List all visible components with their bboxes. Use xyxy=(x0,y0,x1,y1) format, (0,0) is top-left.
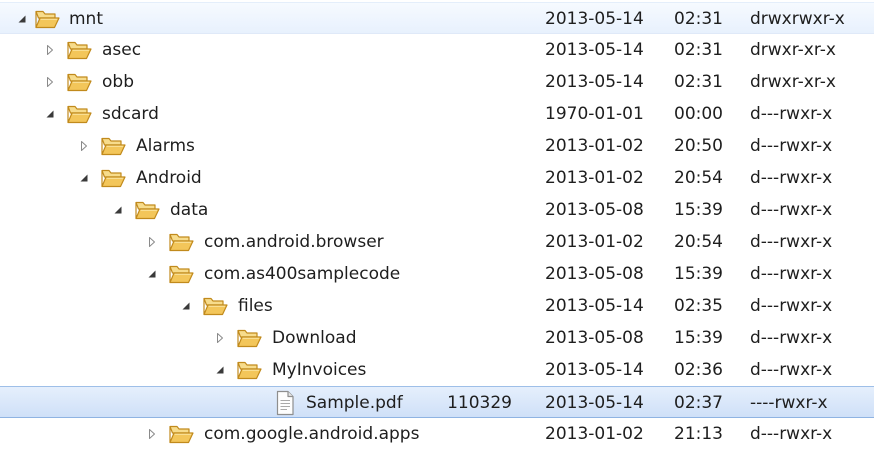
tree-item-label: asec xyxy=(102,40,142,60)
modified-date: 2013-05-08 xyxy=(545,200,644,220)
tree-item-label: com.google.android.apps xyxy=(204,424,420,444)
modified-time: 15:39 xyxy=(674,264,723,284)
modified-time: 02:36 xyxy=(674,360,723,380)
permissions: drwxrwxr-x xyxy=(750,9,845,29)
tree-row-mnt[interactable]: mnt 2013-05-14 02:31 drwxrwxr-x xyxy=(0,2,874,34)
file-explorer-tree: mnt 2013-05-14 02:31 drwxrwxr-x asec 201… xyxy=(0,0,874,454)
tree-item-label: com.android.browser xyxy=(204,232,384,252)
folder-icon xyxy=(236,359,262,381)
modified-date: 2013-05-08 xyxy=(545,328,644,348)
modified-time: 20:54 xyxy=(674,168,723,188)
folder-icon xyxy=(134,199,160,221)
modified-date: 2013-01-02 xyxy=(545,136,644,156)
modified-time: 02:35 xyxy=(674,296,723,316)
tree-item-label: files xyxy=(238,296,273,316)
tree-row-com-google-android-apps[interactable]: com.google.android.apps 2013-01-02 21:13… xyxy=(0,418,874,450)
modified-date: 2013-05-14 xyxy=(545,296,644,316)
tree-item-label: com.as400samplecode xyxy=(204,264,401,284)
tree-item-label: MyInvoices xyxy=(272,360,367,380)
folder-icon xyxy=(34,8,60,30)
permissions: d---rwxr-x xyxy=(750,264,833,284)
modified-time: 15:39 xyxy=(674,200,723,220)
tree-row-files[interactable]: files 2013-05-14 02:35 d---rwxr-x xyxy=(0,290,874,322)
permissions: drwxr-xr-x xyxy=(750,40,836,60)
tree-item-label: Sample.pdf xyxy=(306,393,403,413)
modified-date: 2013-05-14 xyxy=(545,9,644,29)
tree-row-myinvoices[interactable]: MyInvoices 2013-05-14 02:36 d---rwxr-x xyxy=(0,354,874,386)
collapsed-triangle-icon[interactable] xyxy=(78,140,90,152)
permissions: d---rwxr-x xyxy=(750,232,833,252)
document-icon xyxy=(274,390,296,416)
modified-time: 02:31 xyxy=(674,9,723,29)
folder-icon xyxy=(66,103,92,125)
tree-row-sample-pdf[interactable]: Sample.pdf 110329 2013-05-14 02:37 ----r… xyxy=(0,386,874,418)
tree-row-asec[interactable]: asec 2013-05-14 02:31 drwxr-xr-x xyxy=(0,34,874,66)
expanded-triangle-icon[interactable] xyxy=(44,108,56,120)
tree-item-label: data xyxy=(170,200,209,220)
folder-icon xyxy=(202,295,228,317)
folder-icon xyxy=(66,71,92,93)
modified-date: 2013-05-14 xyxy=(545,393,644,413)
collapsed-triangle-icon[interactable] xyxy=(146,236,158,248)
collapsed-triangle-icon[interactable] xyxy=(44,44,56,56)
modified-time: 00:00 xyxy=(674,104,723,124)
tree-item-label: obb xyxy=(102,72,134,92)
tree-row-download[interactable]: Download 2013-05-08 15:39 d---rwxr-x xyxy=(0,322,874,354)
collapsed-triangle-icon[interactable] xyxy=(44,76,56,88)
tree-row-com-android-browser[interactable]: com.android.browser 2013-01-02 20:54 d--… xyxy=(0,226,874,258)
tree-item-label: mnt xyxy=(69,9,103,29)
folder-icon xyxy=(168,423,194,445)
modified-time: 02:31 xyxy=(674,72,723,92)
permissions: ----rwxr-x xyxy=(750,393,828,413)
tree-row-obb[interactable]: obb 2013-05-14 02:31 drwxr-xr-x xyxy=(0,66,874,98)
modified-time: 21:13 xyxy=(674,424,723,444)
tree-row-alarms[interactable]: Alarms 2013-01-02 20:50 d---rwxr-x xyxy=(0,130,874,162)
tree-item-label: Android xyxy=(136,168,202,188)
tree-row-android[interactable]: Android 2013-01-02 20:54 d---rwxr-x xyxy=(0,162,874,194)
tree-item-label: Download xyxy=(272,328,357,348)
permissions: d---rwxr-x xyxy=(750,296,833,316)
permissions: d---rwxr-x xyxy=(750,424,833,444)
folder-icon xyxy=(100,135,126,157)
modified-date: 2013-01-02 xyxy=(545,232,644,252)
modified-time: 20:50 xyxy=(674,136,723,156)
tree-item-label: Alarms xyxy=(136,136,195,156)
tree-row-com-as400samplecode[interactable]: com.as400samplecode 2013-05-08 15:39 d--… xyxy=(0,258,874,290)
folder-icon xyxy=(66,39,92,61)
collapsed-triangle-icon[interactable] xyxy=(146,428,158,440)
expanded-triangle-icon[interactable] xyxy=(112,204,124,216)
modified-date: 2013-05-14 xyxy=(545,40,644,60)
tree-row-data[interactable]: data 2013-05-08 15:39 d---rwxr-x xyxy=(0,194,874,226)
expanded-triangle-icon[interactable] xyxy=(146,268,158,280)
expanded-triangle-icon[interactable] xyxy=(16,13,28,25)
permissions: drwxr-xr-x xyxy=(750,72,836,92)
folder-icon xyxy=(168,231,194,253)
tree-item-label: sdcard xyxy=(102,104,159,124)
expanded-triangle-icon[interactable] xyxy=(78,172,90,184)
modified-date: 2013-05-14 xyxy=(545,72,644,92)
permissions: d---rwxr-x xyxy=(750,328,833,348)
permissions: d---rwxr-x xyxy=(750,168,833,188)
permissions: d---rwxr-x xyxy=(750,136,833,156)
collapsed-triangle-icon[interactable] xyxy=(214,332,226,344)
modified-time: 02:31 xyxy=(674,40,723,60)
modified-date: 1970-01-01 xyxy=(545,104,644,124)
permissions: d---rwxr-x xyxy=(750,104,833,124)
modified-time: 02:37 xyxy=(674,393,723,413)
permissions: d---rwxr-x xyxy=(750,360,833,380)
folder-icon xyxy=(168,263,194,285)
modified-time: 15:39 xyxy=(674,328,723,348)
permissions: d---rwxr-x xyxy=(750,200,833,220)
modified-time: 20:54 xyxy=(674,232,723,252)
modified-date: 2013-01-02 xyxy=(545,168,644,188)
expanded-triangle-icon[interactable] xyxy=(214,364,226,376)
modified-date: 2013-05-14 xyxy=(545,360,644,380)
expanded-triangle-icon[interactable] xyxy=(180,300,192,312)
modified-date: 2013-01-02 xyxy=(545,424,644,444)
file-size: 110329 xyxy=(447,393,512,413)
tree-row-sdcard[interactable]: sdcard 1970-01-01 00:00 d---rwxr-x xyxy=(0,98,874,130)
folder-icon xyxy=(236,327,262,349)
modified-date: 2013-05-08 xyxy=(545,264,644,284)
folder-icon xyxy=(100,167,126,189)
